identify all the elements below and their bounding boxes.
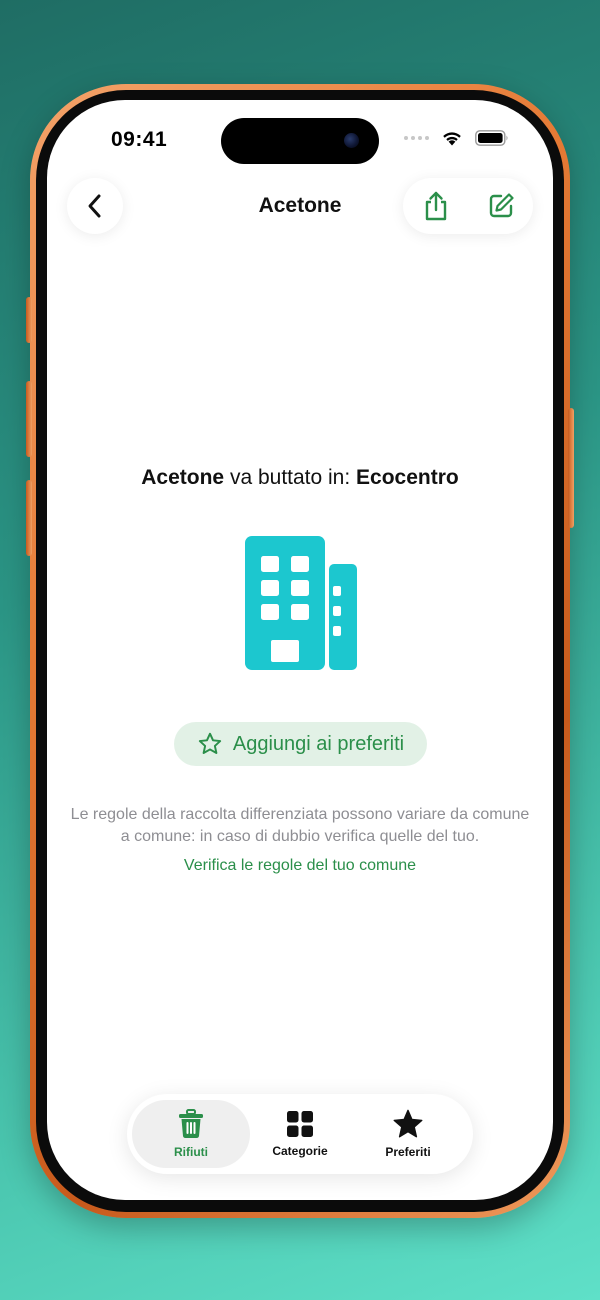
- power-button: [568, 408, 574, 528]
- destination-name: Ecocentro: [356, 466, 459, 489]
- tab-preferiti-label: Preferiti: [385, 1145, 431, 1159]
- cellular-signal-icon: [404, 136, 429, 140]
- screen: 09:41 Acetone Acetone va buttato in: Eco…: [47, 100, 553, 1200]
- building-icon: [245, 536, 357, 670]
- tab-preferiti[interactable]: Preferiti: [349, 1100, 467, 1168]
- status-time: 09:41: [111, 128, 168, 151]
- share-button[interactable]: [416, 186, 456, 226]
- star-outline-icon: [198, 732, 222, 754]
- rules-note: Le regole della raccolta differenziata p…: [70, 806, 530, 845]
- item-name: Acetone: [141, 466, 225, 489]
- volume-down-button: [26, 480, 32, 556]
- compose-icon: [489, 193, 514, 218]
- check-rules-link[interactable]: Verifica le regole del tuo comune: [47, 857, 553, 875]
- edit-button[interactable]: [481, 186, 521, 226]
- status-icons: [404, 130, 509, 146]
- add-favorite-label: Aggiungi ai preferiti: [232, 732, 405, 755]
- star-icon: [393, 1109, 423, 1138]
- tab-rifiuti[interactable]: Rifiuti: [132, 1100, 250, 1168]
- tab-categorie[interactable]: Categorie: [241, 1100, 359, 1168]
- add-favorite-button[interactable]: Aggiungi ai preferiti: [174, 722, 427, 766]
- wifi-icon: [443, 132, 461, 146]
- grid-icon: [287, 1111, 313, 1137]
- volume-up-button: [26, 381, 32, 457]
- share-icon: [425, 191, 446, 221]
- tab-categorie-label: Categorie: [272, 1144, 328, 1158]
- front-camera: [344, 133, 359, 148]
- nav-actions: [403, 178, 533, 234]
- dynamic-island: [221, 118, 379, 164]
- tab-rifiuti-label: Rifiuti: [174, 1145, 208, 1159]
- battery-icon: [475, 130, 508, 146]
- trash-icon: [179, 1109, 203, 1139]
- tab-bar: Rifiuti Categorie Preferiti: [127, 1094, 473, 1174]
- action-button: [26, 297, 32, 343]
- disposal-headline: Acetone va buttato in: Ecocentro: [47, 466, 553, 490]
- connector-text: va buttato in:: [229, 466, 351, 489]
